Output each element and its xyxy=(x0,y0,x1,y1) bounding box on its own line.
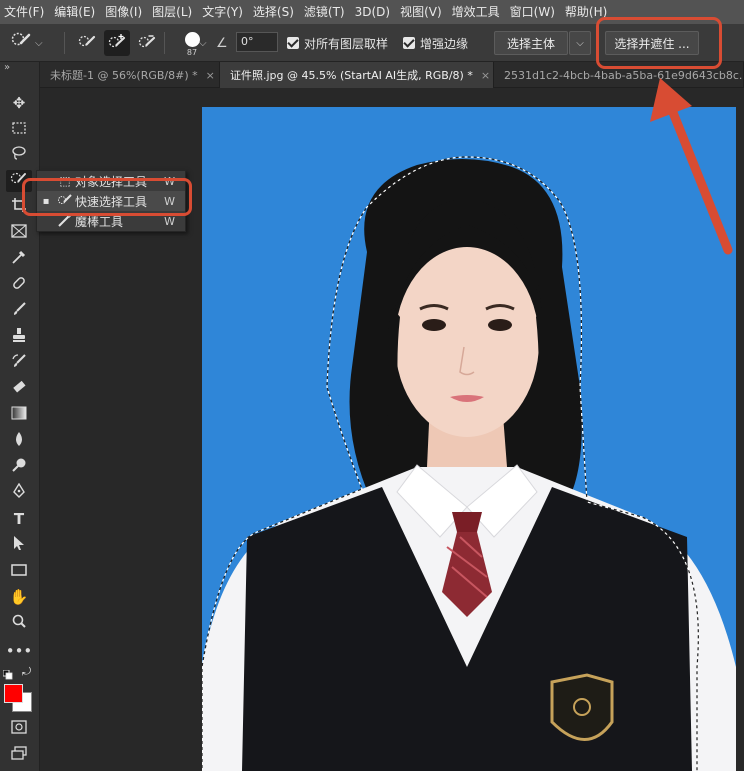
move-icon: ✥ xyxy=(12,94,26,112)
eraser-tool[interactable] xyxy=(6,378,32,400)
pen-icon xyxy=(11,482,27,503)
type-icon: T xyxy=(13,510,25,528)
menu-view[interactable]: 视图(V) xyxy=(396,0,448,24)
screen-mode-icon xyxy=(11,746,27,764)
default-colors-icon[interactable] xyxy=(2,665,13,684)
quick-mask-icon xyxy=(11,720,27,738)
close-icon[interactable]: × xyxy=(206,69,215,82)
lasso-icon xyxy=(11,145,27,165)
tool-preset-picker[interactable]: ⌵ xyxy=(10,24,58,62)
eyedropper-icon xyxy=(11,249,27,269)
tab-label: 2531d1c2-4bcb-4bab-a5ba-61e9d643cb8c.png xyxy=(504,68,744,82)
id-photo-document[interactable] xyxy=(202,107,736,771)
select-subject-button[interactable]: 选择主体 xyxy=(494,31,568,55)
dodge-tool[interactable] xyxy=(6,456,32,478)
portrait-photo xyxy=(202,156,736,771)
screen-mode-button[interactable] xyxy=(6,744,32,766)
selection-mode-group xyxy=(74,24,160,62)
quick-mask-button[interactable] xyxy=(6,718,32,740)
tab-label: 证件照.jpg @ 45.5% (StartAI AI生成, RGB/8) * xyxy=(230,69,473,82)
tab-untitled[interactable]: 未标题-1 @ 56%(RGB/8#) * × xyxy=(40,62,220,88)
path-select-tool[interactable] xyxy=(6,534,32,556)
zoom-icon xyxy=(11,613,27,633)
divider xyxy=(64,32,65,54)
divider xyxy=(164,32,165,54)
sample-all-layers-label: 对所有图层取样 xyxy=(304,36,389,51)
angle-input[interactable]: 0° xyxy=(236,32,278,52)
collapse-icon[interactable]: » xyxy=(4,62,10,73)
eraser-icon xyxy=(11,379,27,399)
menu-edit[interactable]: 编辑(E) xyxy=(50,0,101,24)
enhance-edge-label: 增强边缘 xyxy=(420,36,469,51)
menu-plugins[interactable]: 增效工具 xyxy=(448,0,506,24)
menu-filter[interactable]: 滤镜(T) xyxy=(300,0,351,24)
tab-label: 未标题-1 @ 56%(RGB/8#) * xyxy=(50,69,198,82)
menu-file[interactable]: 文件(F) xyxy=(0,0,50,24)
menu-type[interactable]: 文字(Y) xyxy=(198,0,249,24)
tools-panel: » ✥ T ✋ ••• ⤾ xyxy=(0,62,40,771)
zoom-tool[interactable] xyxy=(6,612,32,634)
menu-3d[interactable]: 3D(D) xyxy=(351,0,396,24)
lasso-tool[interactable] xyxy=(6,144,32,166)
chevron-down-icon: ⌵ xyxy=(199,37,207,49)
add-to-selection-button[interactable] xyxy=(104,30,130,56)
subtract-from-selection-button[interactable] xyxy=(134,30,160,56)
healing-tool[interactable] xyxy=(6,274,32,296)
marquee-icon xyxy=(12,120,26,138)
menu-window[interactable]: 窗口(W) xyxy=(506,0,561,24)
hand-icon: ✋ xyxy=(9,588,29,606)
marquee-tool[interactable] xyxy=(6,118,32,140)
frame-icon xyxy=(11,224,27,242)
clone-stamp-tool[interactable] xyxy=(6,326,32,348)
menu-image[interactable]: 图像(I) xyxy=(101,0,148,24)
blur-icon xyxy=(12,431,26,451)
eyedropper-tool[interactable] xyxy=(6,248,32,270)
more-icon: ••• xyxy=(5,642,33,660)
gradient-tool[interactable] xyxy=(6,404,32,426)
close-icon[interactable]: × xyxy=(481,69,490,82)
dodge-icon xyxy=(11,457,27,477)
checkbox-checked-icon xyxy=(403,37,415,49)
menu-layer[interactable]: 图层(L) xyxy=(148,0,198,24)
new-selection-button[interactable] xyxy=(74,30,100,56)
highlight-box-quick-select xyxy=(22,178,192,216)
brush-icon xyxy=(11,301,27,321)
chevron-down-icon: ⌵ xyxy=(35,37,43,49)
move-tool[interactable]: ✥ xyxy=(6,92,32,114)
angle-icon: ∠ xyxy=(216,35,228,51)
history-brush-icon xyxy=(11,353,27,373)
rectangle-tool[interactable] xyxy=(6,560,32,582)
gradient-icon xyxy=(11,406,27,424)
frame-tool[interactable] xyxy=(6,222,32,244)
shortcut-key: W xyxy=(164,214,175,228)
stamp-icon xyxy=(11,327,27,347)
healing-icon xyxy=(11,275,27,295)
photoshop-window: 文件(F) 编辑(E) 图像(I) 图层(L) 文字(Y) 选择(S) 滤镜(T… xyxy=(0,0,744,771)
swap-colors-icon[interactable]: ⤾ xyxy=(22,665,31,679)
enhance-edge-checkbox[interactable]: 增强边缘 xyxy=(403,24,468,62)
path-select-icon xyxy=(12,535,26,555)
rectangle-icon xyxy=(11,562,27,580)
hand-tool[interactable]: ✋ xyxy=(6,586,32,608)
history-brush-tool[interactable] xyxy=(6,352,32,374)
checkbox-checked-icon xyxy=(287,37,299,49)
blur-tool[interactable] xyxy=(6,430,32,452)
highlight-box-select-and-mask xyxy=(596,17,722,69)
edit-toolbar-button[interactable]: ••• xyxy=(5,640,33,662)
pen-tool[interactable] xyxy=(6,482,32,504)
brush-size-dropdown[interactable]: ⌵ xyxy=(196,24,207,62)
sample-all-layers-checkbox[interactable]: 对所有图层取样 xyxy=(287,24,388,62)
tab-id-photo[interactable]: 证件照.jpg @ 45.5% (StartAI AI生成, RGB/8) * … xyxy=(220,62,494,88)
menu-select[interactable]: 选择(S) xyxy=(249,0,300,24)
select-subject-dropdown[interactable]: ⌵ xyxy=(569,31,591,55)
type-tool[interactable]: T xyxy=(6,508,32,530)
foreground-color-swatch[interactable] xyxy=(4,684,23,703)
chevron-down-icon: ⌵ xyxy=(576,37,584,49)
brush-tool[interactable] xyxy=(6,300,32,322)
quick-select-icon xyxy=(10,30,32,56)
